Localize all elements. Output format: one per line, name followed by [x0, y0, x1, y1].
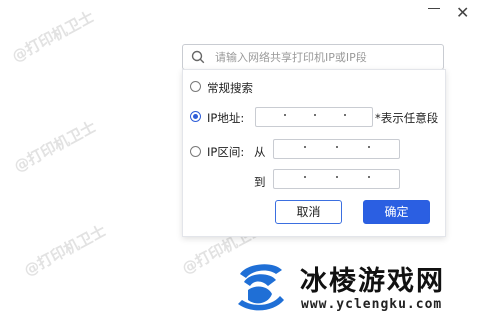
- range-from-label: 从: [254, 145, 266, 159]
- brand-logo-icon: [238, 264, 284, 311]
- ip-hint: *表示任意段: [375, 111, 439, 125]
- ip-range-from-input[interactable]: [273, 139, 400, 159]
- search-icon: [191, 50, 205, 64]
- ip-address-input[interactable]: [255, 107, 373, 127]
- normal-search-label: 常规搜索: [207, 81, 253, 95]
- radio-ip-address[interactable]: [190, 111, 201, 122]
- brand-url: www.yclengku.com: [301, 297, 443, 312]
- watermark-text: @打印机卫士: [20, 221, 109, 280]
- radio-normal-search[interactable]: [190, 81, 201, 92]
- ip-range-label: IP区间:: [207, 145, 245, 159]
- ip-separators: [256, 114, 372, 116]
- search-options-panel: 常规搜索 IP地址: *表示任意段 IP区间: 从 到 取消 确定: [182, 69, 446, 237]
- minimize-icon[interactable]: [428, 8, 440, 9]
- search-input[interactable]: [215, 48, 439, 66]
- confirm-button[interactable]: 确定: [363, 200, 430, 224]
- ip-separators: [274, 146, 399, 148]
- watermark-text: @打印机卫士: [10, 117, 99, 176]
- ip-address-label: IP地址:: [207, 111, 245, 125]
- ip-separators: [274, 176, 399, 178]
- radio-ip-range[interactable]: [190, 146, 201, 157]
- brand-name: 冰棱游戏网: [300, 266, 445, 297]
- ip-range-to-input[interactable]: [273, 169, 400, 189]
- cancel-button[interactable]: 取消: [275, 200, 342, 224]
- range-to-label: 到: [254, 175, 266, 189]
- watermark-text: @打印机卫士: [8, 7, 97, 66]
- search-box[interactable]: [182, 44, 444, 70]
- close-icon[interactable]: ✕: [456, 3, 469, 22]
